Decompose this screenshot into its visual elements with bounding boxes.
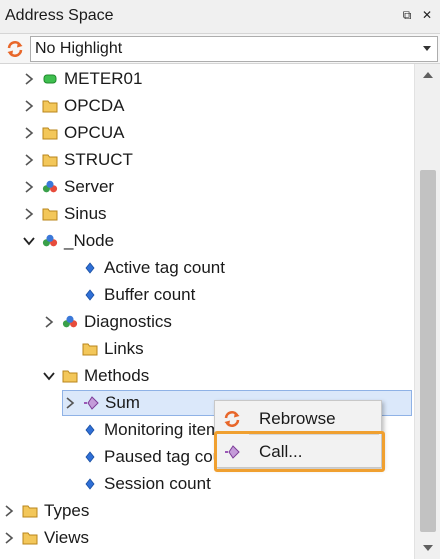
variable-icon: [82, 476, 98, 492]
highlight-select-value: No Highlight: [35, 40, 123, 57]
expander-placeholder: [62, 477, 76, 491]
menu-item-label: Call...: [259, 442, 303, 461]
expander-placeholder: [62, 261, 76, 275]
folder-icon: [62, 368, 78, 384]
tree-node[interactable]: OPCDA: [22, 93, 124, 119]
panel-title: Address Space: [5, 7, 114, 24]
tree-node[interactable]: Paused tag coun: [62, 444, 232, 470]
tree-node[interactable]: OPCUA: [22, 120, 124, 146]
tree-node[interactable]: Monitoring item: [62, 417, 220, 443]
tree-node-label: Methods: [84, 366, 150, 385]
tree-node[interactable]: Session count: [62, 471, 211, 497]
folder-icon: [82, 341, 98, 357]
tree-node-label: Buffer count: [104, 285, 196, 304]
method-icon: [83, 395, 99, 411]
panel-title-bar: Address Space ⧉ ✕: [0, 0, 440, 34]
expander-placeholder: [62, 450, 76, 464]
object-icon: [42, 233, 58, 249]
chevron-right-icon[interactable]: [42, 315, 56, 329]
tree-node[interactable]: METER01: [22, 66, 142, 92]
chevron-down-icon[interactable]: [423, 46, 431, 51]
folder-icon: [42, 152, 58, 168]
chevron-right-icon[interactable]: [2, 531, 16, 545]
variable-icon: [82, 287, 98, 303]
tree-node[interactable]: Views: [2, 525, 89, 551]
tree-node-label: Server: [64, 177, 115, 196]
folder-icon: [42, 98, 58, 114]
vertical-scrollbar[interactable]: [414, 64, 440, 559]
float-window-icon[interactable]: ⧉: [400, 8, 414, 22]
chevron-right-icon[interactable]: [22, 72, 36, 86]
tree-node-label: _Node: [64, 231, 115, 250]
tree-node-label: STRUCT: [64, 150, 133, 169]
expander-placeholder: [62, 288, 76, 302]
tree-node[interactable]: Methods: [42, 363, 149, 389]
object-icon: [42, 179, 58, 195]
menu-item-label: Rebrowse: [259, 409, 336, 428]
refresh-icon[interactable]: [4, 38, 26, 60]
refresh-icon: [223, 410, 241, 428]
object-icon: [62, 314, 78, 330]
menu-item-rebrowse[interactable]: Rebrowse: [215, 404, 381, 434]
chevron-right-icon[interactable]: [22, 153, 36, 167]
variable-icon: [82, 422, 98, 438]
tree-node[interactable]: Server: [22, 174, 114, 200]
tag-green-icon: [42, 71, 58, 87]
expander-placeholder: [62, 423, 76, 437]
tree-node-label: Paused tag coun: [104, 447, 232, 466]
tree-node[interactable]: Types: [2, 498, 89, 524]
chevron-right-icon[interactable]: [22, 180, 36, 194]
tree-node-label: METER01: [64, 69, 143, 88]
tree-node[interactable]: Sinus: [22, 201, 107, 227]
chevron-down-icon[interactable]: [42, 369, 56, 383]
expander-placeholder: [62, 342, 76, 356]
tree-node[interactable]: _Node: [22, 228, 114, 254]
address-space-tree: METER01 OPCDA OPCUA STRUCT Server Sinus _Node A…: [0, 64, 414, 559]
menu-item-call[interactable]: Call...: [215, 437, 381, 467]
folder-icon: [22, 530, 38, 546]
folder-icon: [22, 503, 38, 519]
tree-node-label: Monitoring item: [104, 420, 221, 439]
tree-node[interactable]: Buffer count: [62, 282, 195, 308]
toolbar: No Highlight: [0, 34, 440, 64]
chevron-down-icon[interactable]: [22, 234, 36, 248]
scroll-down-icon[interactable]: [423, 545, 433, 551]
tree-node-label: OPCDA: [64, 96, 125, 115]
chevron-right-icon[interactable]: [22, 126, 36, 140]
tree-node-label: Sinus: [64, 204, 107, 223]
tree-node-label: OPCUA: [64, 123, 125, 142]
tree-node[interactable]: Diagnostics: [42, 309, 172, 335]
tree-node-label: Diagnostics: [84, 312, 172, 331]
tree-node-label: Active tag count: [104, 258, 225, 277]
scroll-up-icon[interactable]: [423, 72, 433, 78]
tree-node-label: Sum: [105, 393, 140, 412]
tree-node[interactable]: Links: [62, 336, 144, 362]
tree-node[interactable]: Active tag count: [62, 255, 225, 281]
tree-node-label: Types: [44, 501, 90, 520]
scrollbar-thumb[interactable]: [420, 170, 436, 532]
tree-node-label: Session count: [104, 474, 211, 493]
tree-node[interactable]: STRUCT: [22, 147, 133, 173]
folder-icon: [42, 125, 58, 141]
method-icon: [223, 443, 241, 461]
panel-title-buttons: ⧉ ✕: [400, 8, 434, 23]
tree-node-label: Links: [104, 339, 144, 358]
close-icon[interactable]: ✕: [420, 8, 434, 22]
variable-icon: [82, 449, 98, 465]
highlight-select[interactable]: No Highlight: [30, 36, 438, 62]
chevron-right-icon[interactable]: [63, 396, 77, 410]
chevron-right-icon[interactable]: [22, 207, 36, 221]
chevron-right-icon[interactable]: [22, 99, 36, 113]
tree-node-label: Views: [44, 528, 90, 547]
menu-separator: [249, 434, 379, 435]
context-menu: Rebrowse Call...: [214, 400, 382, 468]
folder-icon: [42, 206, 58, 222]
variable-icon: [82, 260, 98, 276]
chevron-right-icon[interactable]: [2, 504, 16, 518]
